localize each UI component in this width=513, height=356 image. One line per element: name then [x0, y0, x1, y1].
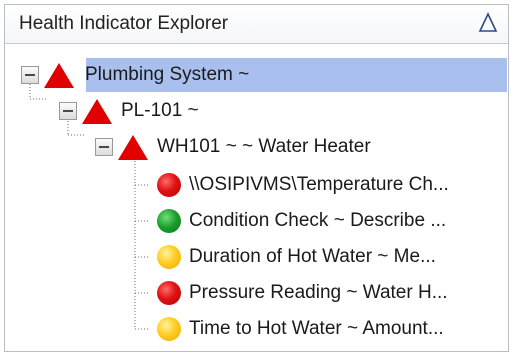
tree-node-pl-101[interactable]: PL-101 ~ [59, 94, 507, 128]
indicator-temperature-check[interactable]: \\OSIPIVMS\Temperature Ch... [157, 168, 507, 202]
status-yellow-icon [157, 317, 181, 341]
status-yellow-icon [157, 245, 181, 269]
tree-node-wh101[interactable]: WH101 ~ ~ Water Heater [95, 130, 507, 164]
indicator-label: Pressure Reading ~ Water H... [189, 282, 448, 303]
indicator-label: \\OSIPIVMS\Temperature Ch... [189, 174, 449, 195]
panel-header: Health Indicator Explorer [5, 5, 508, 44]
alarm-triangle-icon [82, 99, 112, 124]
collapse-triangle-icon[interactable] [476, 11, 500, 35]
indicator-condition-check[interactable]: Condition Check ~ Describe ... [157, 204, 507, 238]
indicator-label: Duration of Hot Water ~ Me... [189, 246, 436, 267]
tree-node-label: WH101 ~ ~ Water Heater [157, 136, 371, 157]
indicator-label: Condition Check ~ Describe ... [189, 210, 447, 231]
tree-node-label: Plumbing System ~ [85, 64, 250, 85]
tree-node-plumbing-system[interactable]: Plumbing System ~ [21, 58, 507, 92]
alarm-triangle-icon [44, 63, 74, 88]
indicator-pressure-reading[interactable]: Pressure Reading ~ Water H... [157, 276, 507, 310]
panel-title: Health Indicator Explorer [19, 13, 229, 34]
status-green-icon [157, 209, 181, 233]
status-red-icon [157, 281, 181, 305]
indicator-label: Time to Hot Water ~ Amount... [189, 318, 444, 339]
collapse-toggle-icon[interactable] [21, 66, 39, 84]
health-indicator-explorer-panel: Health Indicator Explorer Plumbing Syste… [4, 4, 509, 352]
indicator-time-to-hot-water[interactable]: Time to Hot Water ~ Amount... [157, 312, 507, 346]
tree-view[interactable]: Plumbing System ~ PL-101 ~ WH101 ~ ~ Wat… [5, 44, 508, 351]
indicator-duration-hot-water[interactable]: Duration of Hot Water ~ Me... [157, 240, 507, 274]
collapse-toggle-icon[interactable] [95, 138, 113, 156]
collapse-toggle-icon[interactable] [59, 102, 77, 120]
alarm-triangle-icon [118, 135, 148, 160]
status-red-icon [157, 173, 181, 197]
tree-node-label: PL-101 ~ [121, 100, 199, 121]
